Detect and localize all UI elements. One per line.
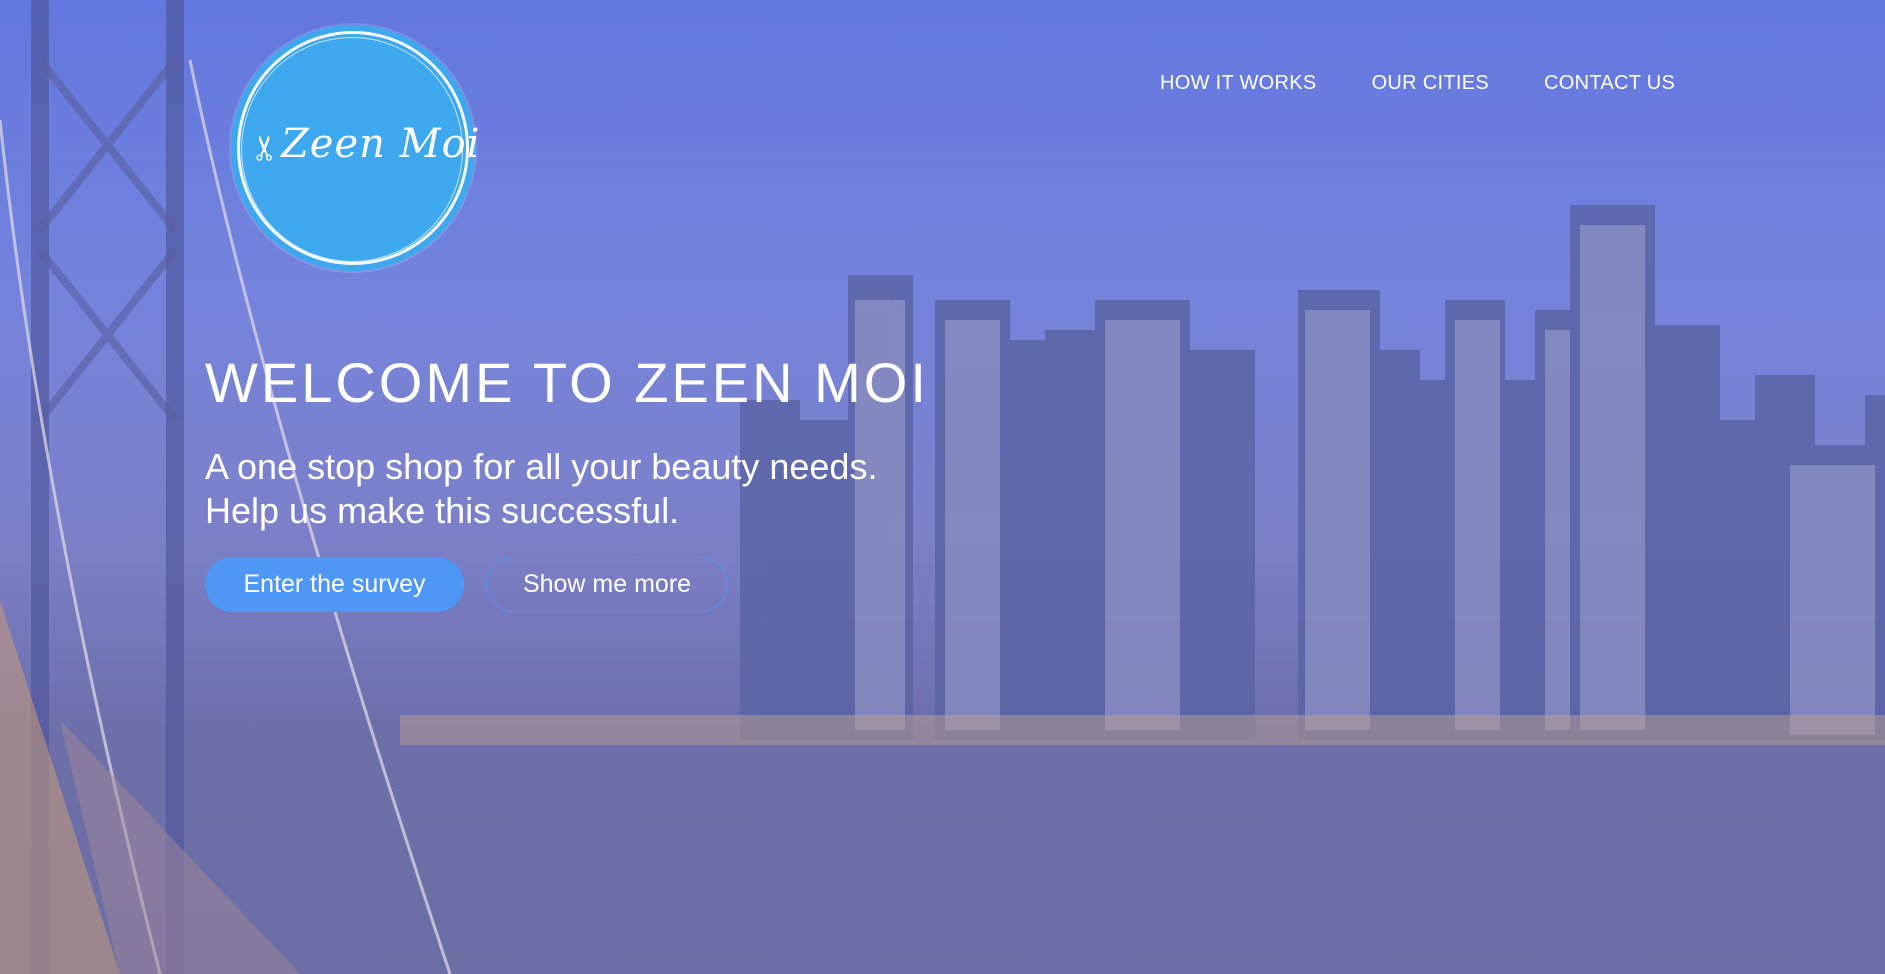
hero-subtitle: A one stop shop for all your beauty need… [205, 445, 877, 533]
show-more-button[interactable]: Show me more [486, 557, 728, 612]
hero-subtitle-line-2: Help us make this successful. [205, 490, 680, 531]
nav-contact-us[interactable]: CONTACT US [1544, 72, 1675, 95]
nav-our-cities[interactable]: OUR CITIES [1372, 72, 1489, 95]
main-nav: HOW IT WORKS OUR CITIES CONTACT US [1160, 72, 1675, 95]
scissors-icon: ✂ [245, 133, 286, 163]
nav-how-it-works[interactable]: HOW IT WORKS [1160, 72, 1317, 95]
hero-subtitle-line-1: A one stop shop for all your beauty need… [205, 446, 878, 487]
enter-survey-button[interactable]: Enter the survey [205, 557, 464, 612]
hero-section: ✂ Zeen Moi HOW IT WORKS OUR CITIES CONTA… [0, 0, 1885, 974]
hero-headline: WELCOME TO ZEEN MOI [205, 351, 929, 414]
logo-text: Zeen Moi [281, 121, 481, 167]
zeen-moi-logo[interactable]: ✂ Zeen Moi [231, 25, 481, 271]
